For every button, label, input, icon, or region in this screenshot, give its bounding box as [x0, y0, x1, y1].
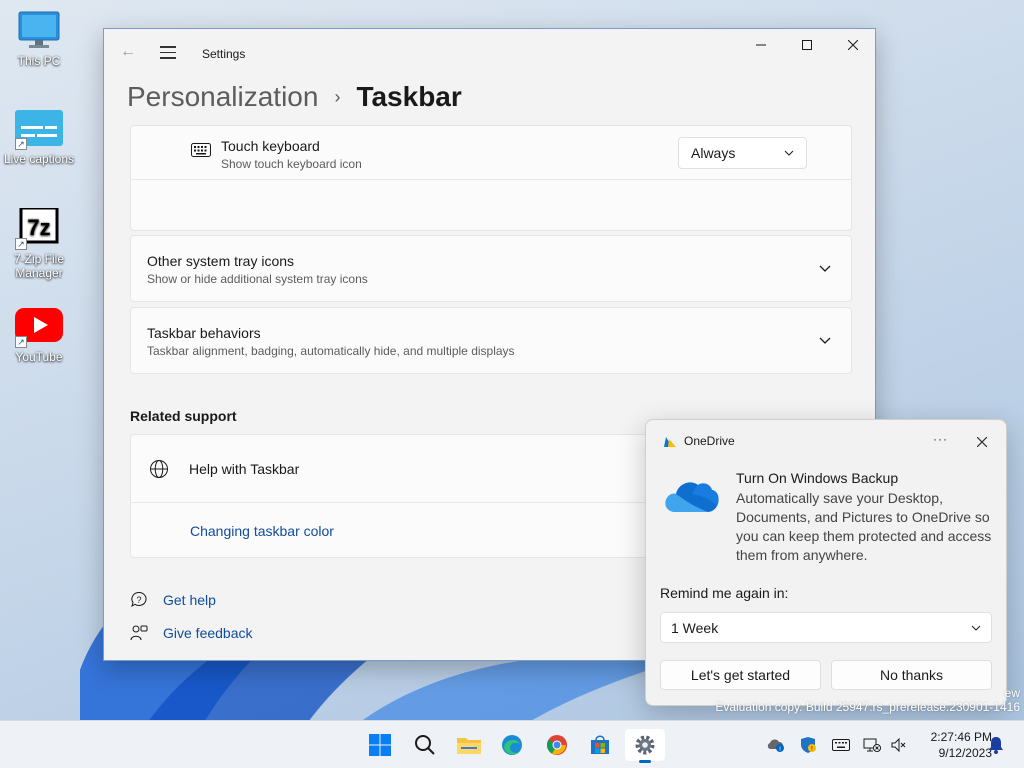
- chrome-button[interactable]: [537, 729, 577, 761]
- desktop-icon-7zip[interactable]: 7z ↗ 7-Zip File Manager: [2, 206, 76, 280]
- divider: [131, 179, 851, 180]
- shortcut-arrow-icon: ↗: [15, 238, 27, 250]
- search-icon: [415, 735, 435, 755]
- svg-text:i: i: [779, 747, 780, 753]
- globe-icon: [150, 460, 168, 478]
- speaker-muted-icon: [891, 737, 906, 753]
- touch-keyboard-card: Touch keyboard Show touch keyboard icon …: [130, 125, 852, 231]
- bell-icon: [989, 737, 1003, 754]
- close-icon: [848, 40, 858, 50]
- store-button[interactable]: [580, 729, 620, 761]
- security-tray-icon[interactable]: !: [798, 735, 818, 755]
- close-button[interactable]: [830, 29, 875, 61]
- desktop-icon-this-pc[interactable]: This PC: [2, 10, 76, 68]
- title-bar: ← Settings: [104, 29, 875, 77]
- touch-keyboard-subtitle: Show touch keyboard icon: [221, 157, 362, 171]
- remind-value: 1 Week: [671, 619, 719, 636]
- clock-date: 9/12/2023: [938, 746, 992, 760]
- give-feedback-link[interactable]: Give feedback: [130, 624, 253, 642]
- more-options-icon[interactable]: ···: [933, 432, 948, 446]
- chevron-down-icon: [971, 625, 981, 631]
- get-help-link[interactable]: ? Get help: [130, 591, 216, 609]
- taskbar-clock[interactable]: 2:27:46 PM 9/12/2023: [912, 729, 992, 761]
- youtube-icon: ↗: [15, 306, 63, 348]
- onedrive-app-name: OneDrive: [684, 434, 735, 448]
- feedback-icon: [130, 625, 148, 641]
- related-support-heading: Related support: [130, 408, 237, 424]
- help-chat-icon: ?: [131, 591, 147, 608]
- taskbar: i ! 2:27:46 PM 9/12/2023: [0, 720, 1024, 768]
- taskbar-behaviors-title: Taskbar behaviors: [147, 325, 261, 341]
- onedrive-cloud-info-icon: i: [767, 739, 784, 753]
- window-title: Settings: [202, 47, 246, 61]
- keyboard-icon: [832, 739, 850, 751]
- onedrive-tray-icon[interactable]: i: [766, 735, 786, 755]
- shortcut-arrow-icon: ↗: [15, 336, 27, 348]
- settings-button[interactable]: [625, 729, 665, 763]
- other-system-tray-icons-row[interactable]: Other system tray icons Show or hide add…: [130, 235, 852, 302]
- help-with-taskbar-title: Help with Taskbar: [189, 461, 300, 477]
- changing-taskbar-color-link[interactable]: Changing taskbar color: [190, 523, 334, 539]
- settings-gear-icon: [635, 735, 655, 755]
- onedrive-cloud-icon: [665, 482, 719, 512]
- breadcrumb-personalization[interactable]: Personalization: [127, 81, 318, 113]
- clock-time: 2:27:46 PM: [930, 730, 992, 744]
- start-button[interactable]: [360, 729, 400, 761]
- chevron-down-icon: [784, 150, 794, 156]
- other-tray-subtitle: Show or hide additional system tray icon…: [147, 272, 368, 286]
- edge-button[interactable]: [492, 729, 532, 761]
- close-icon[interactable]: [977, 437, 987, 447]
- shield-warning-icon: !: [801, 737, 816, 753]
- onedrive-notification: OneDrive ··· Turn On Windows Backup Auto…: [645, 419, 1007, 706]
- 7zip-icon: 7z ↗: [15, 206, 63, 250]
- back-arrow-icon[interactable]: ←: [120, 43, 136, 61]
- desktop-icon-youtube[interactable]: ↗ YouTube: [2, 306, 76, 364]
- live-captions-icon: ↗: [15, 108, 63, 150]
- network-tray-icon[interactable]: [862, 735, 882, 755]
- onedrive-body: Automatically save your Desktop, Documen…: [736, 490, 992, 563]
- other-tray-title: Other system tray icons: [147, 253, 295, 269]
- file-explorer-button[interactable]: [449, 729, 489, 761]
- network-disconnected-icon: [863, 738, 881, 752]
- chevron-down-icon[interactable]: [819, 265, 831, 273]
- hamburger-menu-icon[interactable]: [160, 46, 176, 63]
- chevron-down-icon[interactable]: [819, 337, 831, 345]
- desktop-icon-live-captions[interactable]: ↗ Live captions: [2, 108, 76, 166]
- file-explorer-icon: [457, 738, 481, 754]
- monitor-icon: [15, 10, 63, 50]
- svg-text:?: ?: [136, 595, 141, 605]
- keyboard-icon: [191, 142, 211, 158]
- maximize-icon: [802, 40, 812, 50]
- build-watermark: ew Evaluation copy. Build 25947.rs_prere…: [715, 686, 1020, 714]
- edge-icon: [502, 735, 522, 755]
- minimize-icon: [756, 44, 766, 46]
- breadcrumb-separator: ›: [334, 86, 341, 107]
- search-button[interactable]: [405, 729, 445, 761]
- svg-text:7z: 7z: [27, 215, 50, 240]
- shortcut-arrow-icon: ↗: [15, 138, 27, 150]
- store-icon: [591, 735, 609, 754]
- touch-keyboard-value: Always: [691, 145, 736, 161]
- windows-start-icon: [369, 734, 391, 756]
- volume-tray-icon[interactable]: [888, 735, 908, 755]
- touch-keyboard-dropdown[interactable]: Always: [678, 137, 807, 169]
- minimize-button[interactable]: [738, 29, 784, 61]
- remind-label: Remind me again in:: [660, 585, 789, 601]
- touch-keyboard-title: Touch keyboard: [221, 138, 320, 154]
- onedrive-logo-icon: [664, 437, 676, 447]
- maximize-button[interactable]: [784, 29, 830, 61]
- taskbar-behaviors-subtitle: Taskbar alignment, badging, automaticall…: [147, 344, 515, 358]
- keyboard-tray-icon[interactable]: [831, 735, 851, 755]
- taskbar-behaviors-row[interactable]: Taskbar behaviors Taskbar alignment, bad…: [130, 307, 852, 374]
- breadcrumb: Personalization › Taskbar: [127, 77, 462, 117]
- chrome-icon: [546, 735, 567, 755]
- page-title: Taskbar: [356, 81, 462, 112]
- onedrive-title: Turn On Windows Backup: [736, 470, 899, 486]
- remind-dropdown[interactable]: 1 Week: [660, 612, 992, 643]
- notifications-button[interactable]: [986, 735, 1006, 755]
